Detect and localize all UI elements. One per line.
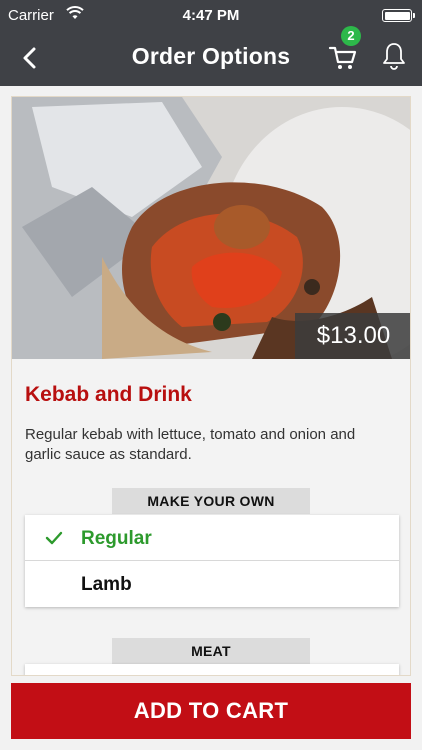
cart-icon[interactable] <box>328 42 358 72</box>
option-regular[interactable]: Regular <box>25 515 399 561</box>
section-label-meat: MEAT <box>112 638 310 664</box>
clock: 4:47 PM <box>182 7 240 24</box>
price-tag: $13.00 <box>295 313 410 359</box>
status-bar: Carrier 4:47 PM <box>0 0 422 30</box>
bell-icon[interactable] <box>381 41 407 71</box>
cart-count-badge: 2 <box>341 26 361 46</box>
option-lamb[interactable]: Lamb <box>25 561 399 607</box>
product-description: Regular kebab with lettuce, tomato and o… <box>25 426 356 463</box>
add-to-cart-button[interactable]: ADD TO CART <box>11 683 411 739</box>
option-list-meat <box>25 664 399 675</box>
product-title: Kebab and Drink <box>25 383 192 406</box>
option-label: Lamb <box>81 574 132 595</box>
product-photo: $13.00 <box>12 97 410 359</box>
checkmark-icon <box>45 531 63 545</box>
section-label-make-your-own: MAKE YOUR OWN <box>112 488 310 514</box>
page-title: Order Options <box>131 43 291 69</box>
option-label: Regular <box>81 528 152 549</box>
option-list-make-your-own: Regular Lamb <box>25 515 399 607</box>
navigation-bar: Order Options 2 <box>0 26 422 86</box>
product-card: $13.00 Kebab and Drink Regular kebab wit… <box>11 96 411 676</box>
top-bar: Carrier 4:47 PM Order Options 2 <box>0 0 422 86</box>
battery-icon <box>382 9 415 22</box>
